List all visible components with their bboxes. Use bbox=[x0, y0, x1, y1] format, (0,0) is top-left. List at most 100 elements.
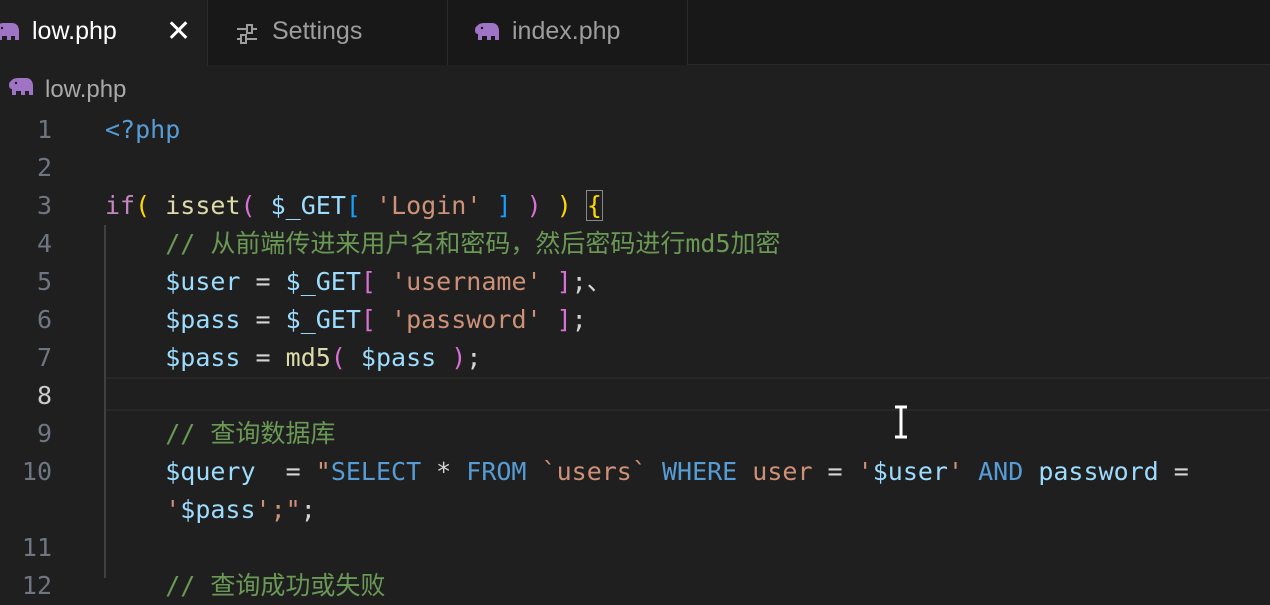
code-token: ; bbox=[571, 305, 587, 334]
code-text: '$pass';"; bbox=[105, 491, 316, 529]
code-token: ';" bbox=[255, 495, 301, 524]
code-token: = bbox=[240, 343, 286, 372]
close-icon[interactable]: ✕ bbox=[166, 14, 191, 49]
code-line[interactable]: 10 $query = "SELECT * FROM `users` WHERE… bbox=[0, 453, 1270, 491]
php-elephant-icon bbox=[0, 20, 20, 49]
code-line[interactable]: '$pass';"; bbox=[0, 491, 1270, 529]
code-token: FROM bbox=[466, 457, 527, 486]
code-token: $user bbox=[872, 457, 948, 486]
line-number: 7 bbox=[36, 343, 52, 372]
code-token: $user bbox=[165, 267, 241, 296]
code-text: $query = "SELECT * FROM `users` WHERE us… bbox=[105, 453, 1189, 491]
line-number: 1 bbox=[36, 115, 52, 144]
code-token: $_GET bbox=[270, 191, 346, 220]
line-number: 9 bbox=[36, 419, 52, 448]
line-number: 6 bbox=[36, 305, 52, 334]
code-token: // 查询数据库 bbox=[105, 419, 336, 448]
code-text: $pass = md5( $pass ); bbox=[105, 339, 481, 377]
tab-index-php[interactable]: index.php bbox=[448, 0, 688, 65]
line-number: 4 bbox=[36, 229, 52, 258]
code-text: <?php bbox=[105, 111, 180, 149]
code-line[interactable]: 12 // 查询成功或失败 bbox=[0, 567, 1270, 605]
tab-label: index.php bbox=[512, 17, 621, 45]
code-text: $pass = $_GET[ 'password' ]; bbox=[105, 301, 587, 339]
tab-label: low.php bbox=[32, 17, 117, 45]
code-token: = bbox=[1158, 457, 1189, 486]
code-token: { bbox=[585, 190, 603, 221]
code-token: $pass bbox=[165, 305, 241, 334]
code-text: if( isset( $_GET[ 'Login' ] ) ) { bbox=[105, 187, 603, 225]
code-editor[interactable]: 1 <?php 2 3 if( isset( $_GET[ 'Login' ] ) ) … bbox=[0, 111, 1270, 600]
line-number: 11 bbox=[21, 533, 52, 562]
code-text: // 查询数据库 bbox=[105, 415, 335, 453]
code-text: $user = $_GET[ 'username' ];、 bbox=[105, 263, 612, 301]
code-token: ] bbox=[556, 267, 572, 296]
code-line[interactable]: 7 $pass = md5( $pass ); bbox=[0, 339, 1270, 377]
code-token: // 从前端传进来用户名和密码，然后密码进行md5加密 bbox=[105, 229, 781, 258]
line-number: 2 bbox=[36, 153, 52, 182]
code-line[interactable]: 2 bbox=[0, 149, 1270, 187]
code-token: $query bbox=[165, 457, 256, 486]
code-line[interactable]: 4 // 从前端传进来用户名和密码，然后密码进行md5加密 bbox=[0, 225, 1270, 263]
code-token: $pass bbox=[360, 343, 437, 372]
code-token: AND bbox=[978, 457, 1024, 486]
code-token: ) bbox=[526, 191, 542, 220]
code-token: // 查询成功或失败 bbox=[105, 571, 386, 600]
code-token: ' bbox=[165, 495, 181, 524]
code-token: $pass bbox=[165, 343, 241, 372]
code-token: [ bbox=[345, 191, 361, 220]
line-number: 12 bbox=[21, 571, 52, 600]
tab-low-php[interactable]: low.php ✕ bbox=[0, 0, 208, 66]
code-line[interactable]: 6 $pass = $_GET[ 'password' ]; bbox=[0, 301, 1270, 339]
text-cursor-ibeam-icon bbox=[895, 405, 907, 439]
code-token: 'username' bbox=[391, 267, 542, 296]
code-token: " bbox=[315, 457, 331, 486]
code-token: ) bbox=[556, 191, 572, 220]
code-line[interactable]: 8 bbox=[0, 377, 1270, 415]
code-token: WHERE bbox=[661, 457, 738, 486]
code-token: ] bbox=[556, 305, 572, 334]
tab-settings[interactable]: Settings bbox=[208, 0, 448, 65]
code-line[interactable]: 1 <?php bbox=[0, 111, 1270, 149]
code-token: ' bbox=[947, 457, 979, 486]
code-token: user bbox=[737, 457, 828, 486]
code-token: 'Login' bbox=[376, 191, 482, 220]
code-text: // 查询成功或失败 bbox=[105, 567, 385, 605]
code-token: <?php bbox=[105, 115, 181, 144]
line-number: 3 bbox=[36, 191, 52, 220]
code-token: ] bbox=[496, 191, 512, 220]
code-token: [ bbox=[360, 267, 376, 296]
code-token: = bbox=[240, 305, 286, 334]
breadcrumb[interactable]: low.php bbox=[0, 66, 1270, 112]
code-line[interactable]: 11 bbox=[0, 529, 1270, 567]
code-token: if bbox=[105, 191, 136, 220]
breadcrumb-file-label: low.php bbox=[45, 76, 127, 103]
code-line[interactable]: 9 // 查询数据库 bbox=[0, 415, 1270, 453]
code-token: ; bbox=[300, 495, 316, 524]
tab-label: Settings bbox=[272, 17, 363, 45]
code-line[interactable]: 5 $user = $_GET[ 'username' ];、 bbox=[0, 263, 1270, 301]
code-token: * bbox=[421, 457, 467, 486]
code-token: ( bbox=[240, 191, 256, 220]
php-elephant-icon bbox=[8, 76, 34, 104]
code-token: 'password' bbox=[391, 305, 542, 334]
code-token: = bbox=[255, 457, 316, 486]
code-line[interactable]: 3 if( isset( $_GET[ 'Login' ] ) ) { bbox=[0, 187, 1270, 225]
line-number: 10 bbox=[21, 457, 52, 486]
code-token: ( bbox=[330, 343, 346, 372]
code-token: password bbox=[1038, 457, 1159, 486]
